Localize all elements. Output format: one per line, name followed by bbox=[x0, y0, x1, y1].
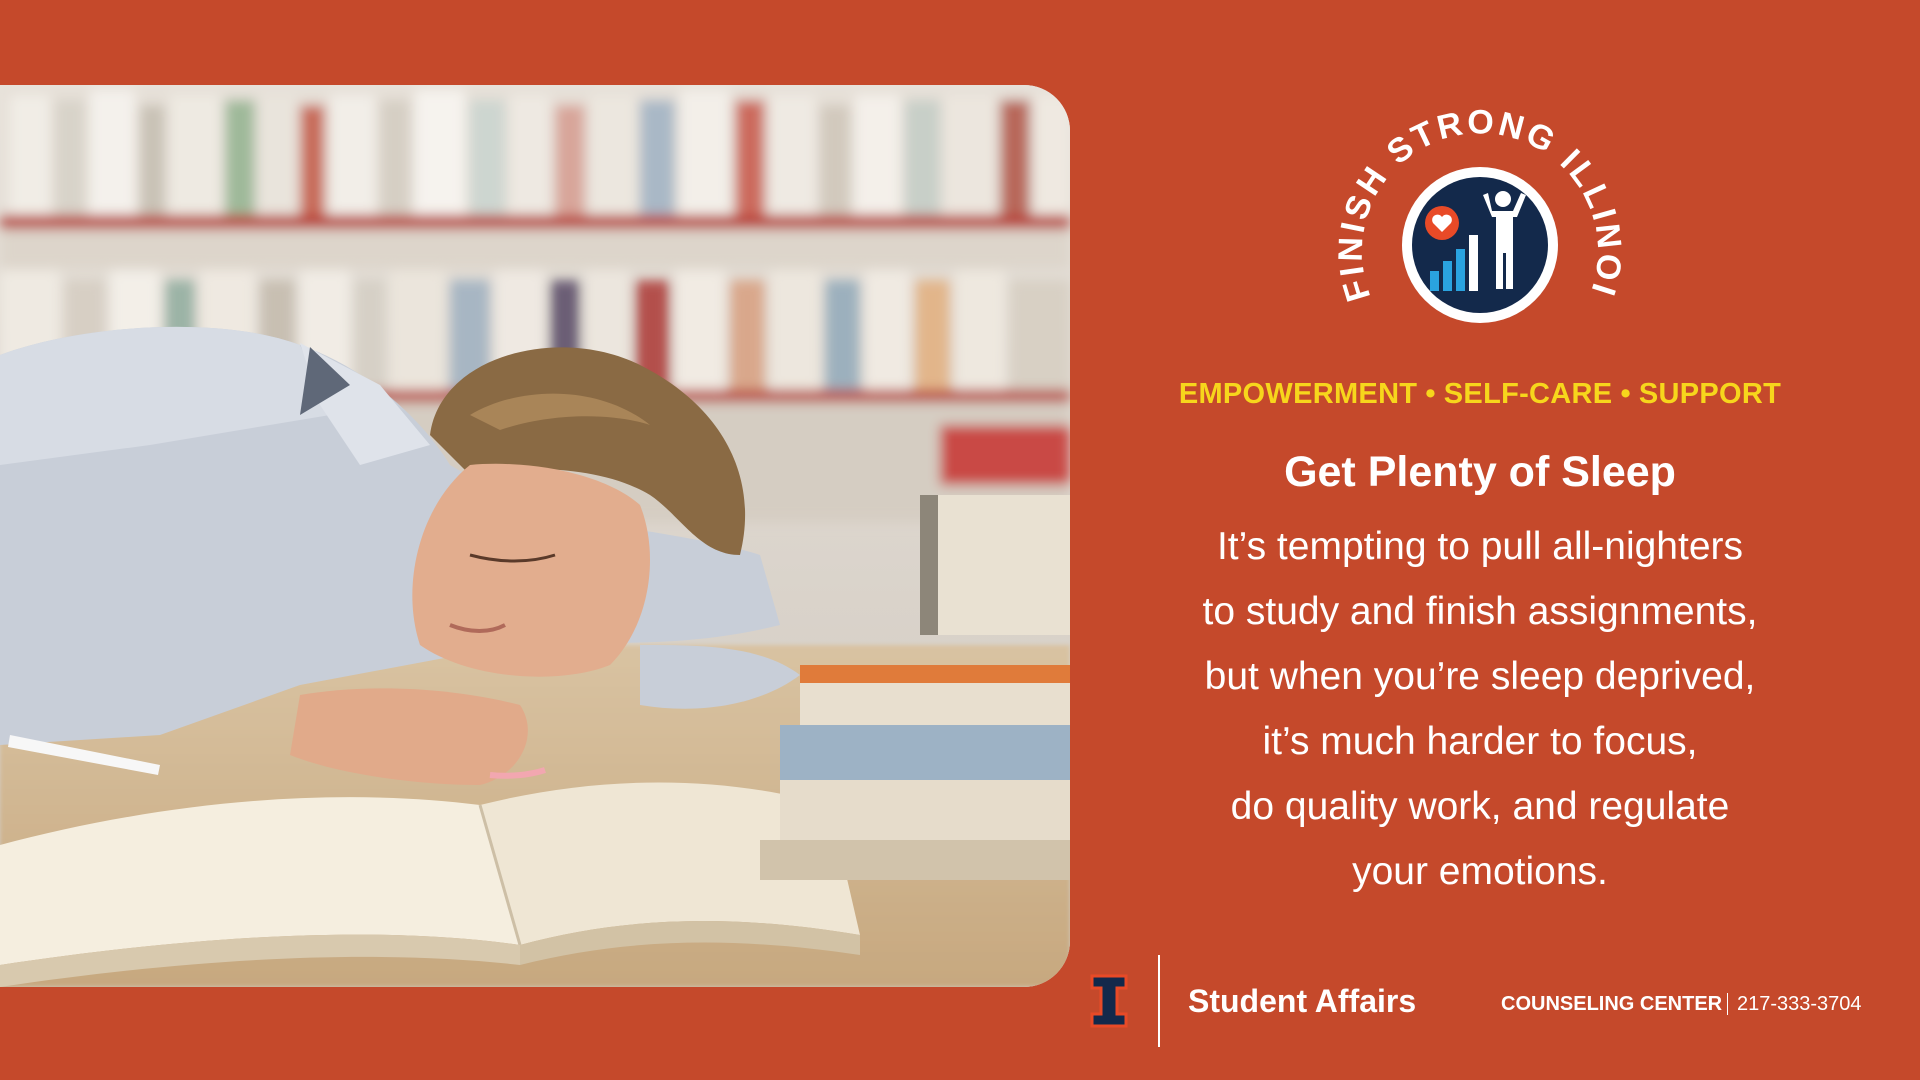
illinois-block-i-icon bbox=[1090, 974, 1128, 1028]
hero-photo bbox=[0, 85, 1070, 987]
body-line: It’s tempting to pull all-nighters bbox=[1216, 525, 1744, 568]
finish-strong-illinois-logo: #FINISH STRONG ILLINOIS bbox=[1320, 85, 1626, 323]
tagline-support: SUPPORT bbox=[1638, 378, 1782, 410]
body-text: It’s tempting to pull all-nighters to st… bbox=[1120, 514, 1840, 904]
tagline: EMPOWERMENT • SELF-CARE • SUPPORT bbox=[1120, 378, 1840, 411]
tagline-separator: • bbox=[1425, 378, 1436, 410]
body-line: your emotions. bbox=[1352, 850, 1608, 893]
footer-separator bbox=[1727, 993, 1728, 1015]
phone-number: 217-333-3704 bbox=[1737, 993, 1862, 1015]
student-affairs-label: Student Affairs bbox=[1188, 983, 1417, 1019]
footer-divider bbox=[1158, 955, 1160, 1047]
body-line: it’s much harder to focus, bbox=[1262, 720, 1698, 763]
body-line: do quality work, and regulate bbox=[1230, 785, 1730, 828]
body-line: to study and finish assignments, bbox=[1202, 590, 1758, 633]
headline: Get Plenty of Sleep bbox=[1284, 448, 1676, 496]
student-sleeping-on-books-photo bbox=[0, 85, 1070, 987]
tagline-empowerment: EMPOWERMENT bbox=[1178, 378, 1418, 410]
body-line: but when you’re sleep deprived, bbox=[1204, 655, 1756, 698]
tagline-separator: • bbox=[1620, 378, 1631, 410]
tagline-self-care: SELF-CARE bbox=[1443, 378, 1613, 410]
counseling-center-label: COUNSELING CENTER bbox=[1501, 993, 1723, 1015]
